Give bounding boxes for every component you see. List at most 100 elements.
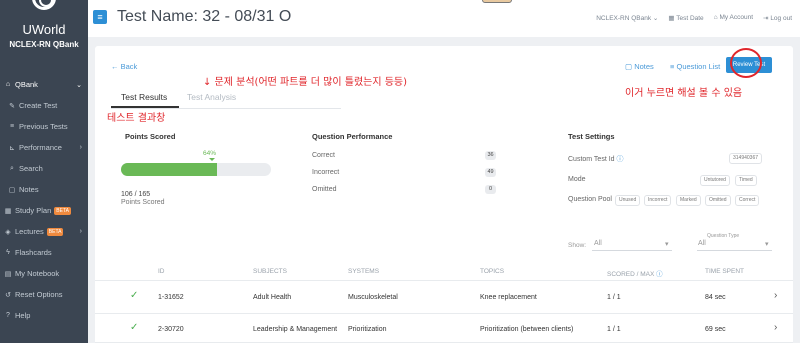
notebook-icon: ▤ bbox=[4, 270, 12, 278]
notes-link[interactable]: ▢ Notes bbox=[625, 62, 654, 71]
flash-icon: ϟ bbox=[6, 249, 10, 256]
hamburger-icon: ≡ bbox=[97, 12, 103, 22]
row-time: 84 sec bbox=[705, 294, 726, 301]
show-filter-select[interactable]: All bbox=[594, 240, 602, 247]
annotation-review: 이거 누르면 해설 볼 수 있음 bbox=[625, 88, 743, 99]
sidebar-item-label: Create Test bbox=[19, 101, 58, 110]
header-actions: NCLEX-RN QBank ⌄ ▦ Test Date ⌂ My Accoun… bbox=[596, 14, 792, 22]
tab-test-analysis[interactable]: Test Analysis bbox=[187, 92, 236, 102]
sidebar-nav: ⌂ QBank ⌄ ✎ Create Test ≡ Previous Tests ⊾ Pe… bbox=[0, 74, 88, 326]
sidebar-item-study-plan[interactable]: ▦ Study Plan BETA bbox=[0, 200, 88, 221]
show-filter-underline bbox=[592, 250, 672, 251]
col-header-topics: TOPICS bbox=[480, 268, 505, 275]
mode-label: Mode bbox=[568, 176, 586, 183]
question-type-select[interactable]: All bbox=[698, 240, 706, 247]
sidebar-item-flashcards[interactable]: ϟ Flashcards bbox=[0, 242, 88, 263]
question-list-link[interactable]: ≡ Question List bbox=[670, 62, 720, 71]
show-filter-label: Show: bbox=[568, 242, 587, 249]
row-subject: Adult Health bbox=[253, 294, 292, 301]
back-link[interactable]: ← Back bbox=[111, 62, 137, 71]
sidebar-item-my-notebook[interactable]: ▤ My Notebook bbox=[0, 263, 88, 284]
incorrect-label: Incorrect bbox=[312, 169, 340, 176]
chevron-right-icon[interactable]: › bbox=[774, 322, 777, 333]
table-divider bbox=[95, 313, 793, 314]
sidebar-item-qbank[interactable]: ⌂ QBank ⌄ bbox=[0, 74, 88, 95]
home-icon: ⌂ bbox=[713, 14, 718, 21]
score-progress-bar bbox=[121, 163, 271, 176]
sidebar-item-label: Help bbox=[15, 311, 31, 320]
sidebar-item-label: QBank bbox=[15, 80, 38, 89]
sidebar-item-label: Search bbox=[19, 164, 43, 173]
test-settings-title: Test Settings bbox=[568, 132, 615, 141]
row-topic: Knee replacement bbox=[480, 294, 537, 301]
row-id: 2-30720 bbox=[158, 326, 184, 333]
sidebar-item-create-test[interactable]: ✎ Create Test bbox=[0, 95, 88, 116]
window-tab bbox=[482, 0, 512, 3]
help-icon: ? bbox=[6, 312, 10, 319]
question-pool-label: Question Pool bbox=[568, 196, 612, 203]
omitted-count: 0 bbox=[485, 185, 496, 194]
sidebar-item-label: My Notebook bbox=[15, 269, 60, 278]
table-divider bbox=[95, 280, 793, 281]
test-date-link[interactable]: ▦ Test Date bbox=[668, 14, 703, 22]
qbank-selector[interactable]: NCLEX-RN QBank ⌄ bbox=[596, 14, 658, 22]
score-label: Points Scored bbox=[121, 199, 165, 206]
row-score: 1 / 1 bbox=[607, 294, 621, 301]
note-icon: ▢ bbox=[625, 62, 633, 71]
col-header-id: ID bbox=[158, 268, 165, 275]
sidebar-item-previous-tests[interactable]: ≡ Previous Tests bbox=[0, 116, 88, 137]
edit-icon: ✎ bbox=[9, 102, 15, 110]
annotation-analysis: ↓ 문제 분석(어떤 파트를 더 많이 틀렸는지 등등) bbox=[203, 77, 408, 88]
chevron-right-icon[interactable]: › bbox=[774, 290, 777, 301]
my-account-link[interactable]: ⌂ My Account bbox=[714, 14, 753, 22]
sidebar-item-label: Previous Tests bbox=[19, 122, 68, 131]
row-system: Musculoskeletal bbox=[348, 294, 398, 301]
sidebar-item-lectures[interactable]: ◈ Lectures BETA › bbox=[0, 221, 88, 242]
results-card: ← Back ▢ Notes ≡ Question List Review Te… bbox=[95, 46, 793, 343]
menu-toggle-button[interactable]: ≡ bbox=[93, 10, 107, 24]
omitted-label: Omitted bbox=[312, 186, 337, 193]
logout-icon: ⇥ bbox=[763, 15, 769, 22]
uworld-logo-icon bbox=[32, 0, 56, 10]
sidebar-item-reset-options[interactable]: ↺ Reset Options bbox=[0, 284, 88, 305]
info-icon: ⓘ bbox=[656, 271, 663, 278]
sidebar-item-performance[interactable]: ⊾ Performance › bbox=[0, 137, 88, 158]
page-title: Test Name: 32 - 08/31 O bbox=[117, 8, 292, 25]
pool-pill-correct: Correct bbox=[735, 195, 760, 206]
info-icon: ⓘ bbox=[616, 156, 624, 163]
sidebar-item-label: Performance bbox=[19, 143, 62, 152]
pool-pill-marked: Marked bbox=[676, 195, 701, 206]
list-icon: ≡ bbox=[9, 123, 15, 130]
row-subject: Leadership & Management bbox=[253, 326, 338, 333]
list-icon: ≡ bbox=[670, 62, 675, 71]
logout-link[interactable]: ⇥ Log out bbox=[763, 14, 792, 22]
mode-pill-untutored: Untutored bbox=[700, 175, 730, 186]
score-percent: 64% bbox=[203, 150, 217, 157]
pool-pill-omitted: Omitted bbox=[705, 195, 731, 206]
points-scored-title: Points Scored bbox=[125, 132, 176, 141]
row-topic: Prioritization (between clients) bbox=[480, 326, 574, 333]
chevron-right-icon: › bbox=[79, 228, 82, 235]
calendar-icon: ▦ bbox=[4, 207, 12, 215]
chart-icon: ⊾ bbox=[9, 144, 15, 152]
row-score: 1 / 1 bbox=[607, 326, 621, 333]
sidebar-item-label: Flashcards bbox=[15, 248, 52, 257]
chevron-right-icon: › bbox=[79, 144, 82, 151]
note-icon: ▢ bbox=[8, 186, 16, 194]
brand-subtitle: NCLEX-RN QBank bbox=[9, 40, 79, 49]
sidebar-item-help[interactable]: ? Help bbox=[0, 305, 88, 326]
sidebar-item-search[interactable]: ⌕ Search bbox=[0, 158, 88, 179]
sidebar-item-notes[interactable]: ▢ Notes bbox=[0, 179, 88, 200]
score-progress-fill bbox=[121, 163, 217, 176]
correct-count: 36 bbox=[485, 151, 496, 160]
question-type-label: Question Type bbox=[707, 233, 740, 239]
chevron-down-icon: ▾ bbox=[765, 241, 769, 248]
custom-test-id-value: 314940367 bbox=[729, 153, 763, 164]
row-id: 1-31652 bbox=[158, 294, 184, 301]
annotation-circle bbox=[730, 48, 762, 78]
sidebar-item-label: Lectures bbox=[15, 227, 44, 236]
sidebar: UWorld NCLEX-RN QBank ⌂ QBank ⌄ ✎ Create Te… bbox=[0, 0, 88, 343]
pool-pill-unused: Unused bbox=[615, 195, 641, 206]
sidebar-item-label: Study Plan bbox=[15, 206, 52, 215]
tab-test-results[interactable]: Test Results bbox=[121, 92, 167, 102]
